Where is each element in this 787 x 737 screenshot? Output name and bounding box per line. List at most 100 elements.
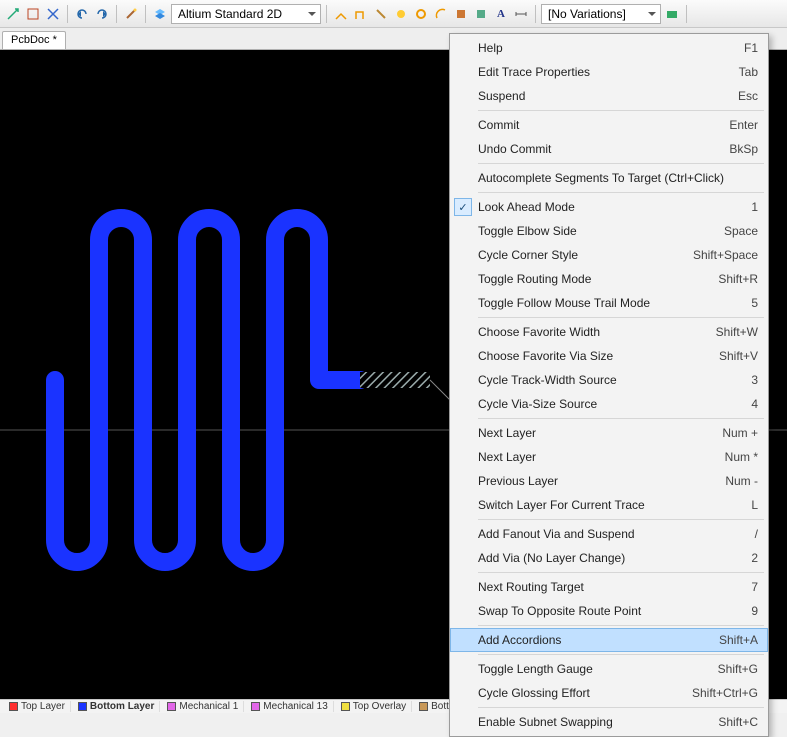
layer-tab[interactable]: Top Layer <box>4 701 71 712</box>
fill-icon[interactable] <box>452 5 470 23</box>
menu-item[interactable]: Add AccordionsShift+A <box>450 628 768 652</box>
menu-item[interactable]: Choose Favorite WidthShift+W <box>450 320 768 344</box>
tool-icon-3[interactable] <box>44 5 62 23</box>
layer-tab[interactable]: Mechanical 13 <box>246 701 333 712</box>
menu-item-shortcut: L <box>751 498 758 512</box>
dimension-icon[interactable] <box>512 5 530 23</box>
menu-item-shortcut: Num - <box>725 474 758 488</box>
menu-item[interactable]: Commit Enter <box>450 113 768 137</box>
document-tab-label: PcbDoc * <box>11 34 57 46</box>
route-icon-3[interactable] <box>372 5 390 23</box>
text-icon[interactable]: A <box>492 5 510 23</box>
menu-item-label: Look Ahead Mode <box>478 200 739 214</box>
menu-item[interactable]: Next Routing Target7 <box>450 575 768 599</box>
layer-color-swatch <box>251 702 260 711</box>
layer-name: Bottom Layer <box>90 701 154 712</box>
view-config-label: Altium Standard 2D <box>178 7 282 21</box>
redo-icon[interactable] <box>93 5 111 23</box>
layer-color-swatch <box>419 702 428 711</box>
layer-name: Mechanical 13 <box>263 701 327 712</box>
main-toolbar: Altium Standard 2D A [No Variations] <box>0 0 787 28</box>
toolbar-separator <box>67 5 68 23</box>
menu-item-shortcut: 9 <box>751 604 758 618</box>
undo-icon[interactable] <box>73 5 91 23</box>
menu-item-shortcut: Shift+C <box>718 715 758 729</box>
menu-item[interactable]: Next LayerNum + <box>450 421 768 445</box>
menu-item-shortcut: 4 <box>751 397 758 411</box>
toolbar-separator <box>326 5 327 23</box>
menu-item-label: Next Routing Target <box>478 580 739 594</box>
toolbar-separator <box>145 5 146 23</box>
pad-icon[interactable] <box>412 5 430 23</box>
variations-combo[interactable]: [No Variations] <box>541 4 661 24</box>
layer-tab[interactable]: Mechanical 1 <box>162 701 244 712</box>
menu-item[interactable]: HelpF1 <box>450 36 768 60</box>
menu-item-shortcut: Shift+Ctrl+G <box>692 686 758 700</box>
tool-icon-1[interactable] <box>4 5 22 23</box>
menu-item[interactable]: Undo CommitBkSp <box>450 137 768 161</box>
layer-tab[interactable]: Top Overlay <box>336 701 412 712</box>
menu-item-shortcut: Shift+V <box>719 349 758 363</box>
layers-icon[interactable] <box>151 5 169 23</box>
menu-item[interactable]: Cycle Track-Width Source3 <box>450 368 768 392</box>
menu-item[interactable]: Choose Favorite Via SizeShift+V <box>450 344 768 368</box>
menu-item-label: Suspend <box>478 89 726 103</box>
menu-item-shortcut: / <box>755 527 758 541</box>
menu-item[interactable]: Cycle Via-Size Source 4 <box>450 392 768 416</box>
menu-item[interactable]: Toggle Elbow SideSpace <box>450 219 768 243</box>
menu-item-label: Edit Trace Properties <box>478 65 727 79</box>
menu-item[interactable]: ✓ Look Ahead Mode 1 <box>450 195 768 219</box>
menu-item-shortcut: F1 <box>744 41 758 55</box>
variations-icon[interactable] <box>663 5 681 23</box>
wand-icon[interactable] <box>122 5 140 23</box>
menu-item-label: Add Fanout Via and Suspend <box>478 527 743 541</box>
menu-item[interactable]: Toggle Length GaugeShift+G <box>450 657 768 681</box>
layer-name: Top Layer <box>21 701 65 712</box>
variations-label: [No Variations] <box>548 7 626 21</box>
menu-item[interactable]: Previous LayerNum - <box>450 469 768 493</box>
menu-item[interactable]: Add Via (No Layer Change)2 <box>450 546 768 570</box>
route-icon-2[interactable] <box>352 5 370 23</box>
poly-icon[interactable] <box>472 5 490 23</box>
menu-item-shortcut: 1 <box>751 200 758 214</box>
menu-separator <box>478 625 764 626</box>
menu-item-label: Undo Commit <box>478 142 717 156</box>
menu-item-shortcut: Num * <box>725 450 758 464</box>
menu-item-label: Next Layer <box>478 426 710 440</box>
menu-item-label: Next Layer <box>478 450 713 464</box>
menu-item[interactable]: Edit Trace Properties Tab <box>450 60 768 84</box>
layer-tab[interactable]: Bottom Layer <box>73 701 160 712</box>
document-tab[interactable]: PcbDoc * <box>2 31 66 49</box>
menu-separator <box>478 163 764 164</box>
menu-item[interactable]: SuspendEsc <box>450 84 768 108</box>
menu-separator <box>478 519 764 520</box>
route-icon-1[interactable] <box>332 5 350 23</box>
menu-item[interactable]: Add Fanout Via and Suspend / <box>450 522 768 546</box>
menu-item-shortcut: Space <box>724 224 758 238</box>
menu-item[interactable]: Enable Subnet SwappingShift+C <box>450 710 768 734</box>
menu-item-shortcut: Enter <box>729 118 758 132</box>
menu-item-shortcut: Tab <box>739 65 758 79</box>
menu-item-shortcut: 3 <box>751 373 758 387</box>
via-icon[interactable] <box>392 5 410 23</box>
menu-item[interactable]: Toggle Follow Mouse Trail Mode5 <box>450 291 768 315</box>
menu-item[interactable]: Cycle Glossing Effort Shift+Ctrl+G <box>450 681 768 705</box>
check-icon: ✓ <box>454 198 472 216</box>
menu-item-shortcut: Shift+R <box>718 272 758 286</box>
menu-item-label: Cycle Glossing Effort <box>478 686 680 700</box>
menu-item[interactable]: Swap To Opposite Route Point9 <box>450 599 768 623</box>
menu-item[interactable]: Next Layer Num * <box>450 445 768 469</box>
menu-item[interactable]: Cycle Corner StyleShift+Space <box>450 243 768 267</box>
tool-icon-2[interactable] <box>24 5 42 23</box>
arc-icon[interactable] <box>432 5 450 23</box>
layer-color-swatch <box>167 702 176 711</box>
layer-color-swatch <box>9 702 18 711</box>
menu-item-label: Commit <box>478 118 717 132</box>
menu-item[interactable]: Toggle Routing ModeShift+R <box>450 267 768 291</box>
menu-item-label: Cycle Via-Size Source <box>478 397 739 411</box>
menu-item-label: Switch Layer For Current Trace <box>478 498 739 512</box>
menu-item[interactable]: Autocomplete Segments To Target (Ctrl+Cl… <box>450 166 768 190</box>
view-config-combo[interactable]: Altium Standard 2D <box>171 4 321 24</box>
menu-item[interactable]: Switch Layer For Current Trace L <box>450 493 768 517</box>
menu-separator <box>478 110 764 111</box>
